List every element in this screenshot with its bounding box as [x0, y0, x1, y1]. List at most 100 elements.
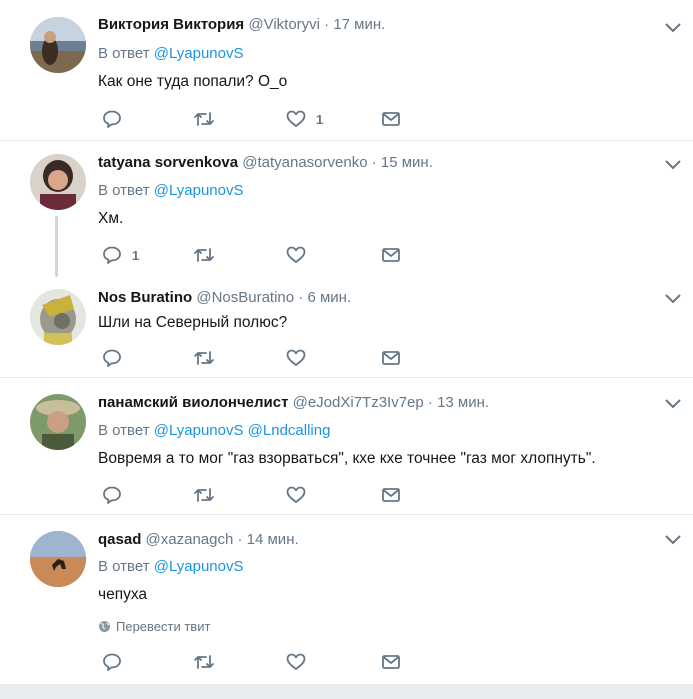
like-button[interactable]: [286, 484, 316, 506]
tweet-text: чепуха: [98, 586, 148, 603]
tweet-actions: [98, 347, 418, 371]
reply-button[interactable]: 1: [102, 244, 139, 266]
tweet-text: Вовремя а то мог "газ взорваться", кхе к…: [98, 450, 596, 467]
author-handle[interactable]: @NosBuratino: [196, 289, 294, 306]
reply-icon: [103, 349, 121, 367]
tweet-text: Хм.: [98, 210, 124, 227]
author-name[interactable]: tatyana sorvenkova: [98, 154, 238, 171]
author-handle[interactable]: @eJodXi7Tz3Iv7ep: [293, 394, 424, 411]
heart-icon: [286, 653, 306, 670]
direct-message-button[interactable]: [381, 651, 401, 673]
tweet[interactable]: панамский виолончелист @eJodXi7Tz3Iv7ep …: [0, 378, 693, 514]
reply-context: В ответ @LyapunovS @Lndcalling: [98, 422, 330, 439]
avatar[interactable]: [30, 154, 86, 210]
tweet-actions: 1: [98, 108, 418, 132]
reply-count: 1: [132, 247, 140, 263]
tweet[interactable]: Виктория Виктория @Viktoryvi · 17 мин. В…: [0, 0, 693, 140]
reply-icon: [103, 486, 121, 504]
tweet-actions: [98, 484, 418, 508]
tweet-time[interactable]: · 13 мин.: [428, 394, 489, 411]
tweet-actions: [98, 651, 418, 675]
reply-mention-link[interactable]: @LyapunovS: [154, 422, 244, 439]
tweet-actions: 1: [98, 244, 418, 268]
reply-context: В ответ @LyapunovS: [98, 558, 243, 575]
chevron-down-icon[interactable]: [665, 535, 681, 545]
reply-icon: [103, 110, 121, 128]
retweet-button[interactable]: [192, 484, 226, 506]
tweet-time[interactable]: · 15 мин.: [372, 154, 433, 171]
tweet-header: Nos Buratino @NosBuratino · 6 мин.: [98, 289, 351, 306]
avatar[interactable]: [30, 17, 86, 73]
heart-icon: [286, 349, 306, 366]
reply-button[interactable]: [102, 347, 132, 369]
envelope-icon: [382, 248, 400, 262]
reply-prefix: В ответ: [98, 422, 150, 439]
retweet-button[interactable]: [192, 108, 226, 130]
envelope-icon: [382, 655, 400, 669]
tweet[interactable]: Nos Buratino @NosBuratino · 6 мин. Шли н…: [0, 279, 693, 377]
retweet-button[interactable]: [192, 651, 226, 673]
direct-message-button[interactable]: [381, 484, 401, 506]
reply-button[interactable]: [102, 484, 132, 506]
author-name[interactable]: Виктория Виктория: [98, 16, 244, 33]
translate-tweet-link[interactable]: Перевести твит: [98, 619, 210, 634]
author-name[interactable]: qasad: [98, 531, 141, 548]
like-button[interactable]: [286, 244, 316, 266]
reply-button[interactable]: [102, 108, 132, 130]
reply-prefix: В ответ: [98, 182, 150, 199]
envelope-icon: [382, 488, 400, 502]
reply-prefix: В ответ: [98, 45, 150, 62]
tweet-header: панамский виолончелист @eJodXi7Tz3Iv7ep …: [98, 394, 489, 411]
replies-feed: Виктория Виктория @Viktoryvi · 17 мин. В…: [0, 0, 693, 699]
reply-mention-link[interactable]: @LyapunovS: [154, 182, 244, 199]
tweet-time[interactable]: · 6 мин.: [298, 289, 351, 306]
author-handle[interactable]: @xazanagch: [146, 531, 234, 548]
chevron-down-icon[interactable]: [665, 160, 681, 170]
reply-prefix: В ответ: [98, 558, 150, 575]
author-handle[interactable]: @Viktoryvi: [248, 16, 320, 33]
tweet-time[interactable]: · 14 мин.: [237, 531, 298, 548]
reply-icon: [103, 653, 121, 671]
author-handle[interactable]: @tatyanasorvenko: [242, 154, 367, 171]
like-button[interactable]: [286, 651, 316, 673]
tweet-text: Шли на Северный полюс?: [98, 314, 288, 331]
thread-line: [55, 216, 58, 277]
reply-mention-link[interactable]: @LyapunovS: [154, 558, 244, 575]
retweet-icon: [194, 655, 214, 669]
author-name[interactable]: Nos Buratino: [98, 289, 192, 306]
reply-button[interactable]: [102, 651, 132, 673]
direct-message-button[interactable]: [381, 244, 401, 266]
retweet-icon: [194, 112, 214, 126]
reply-context: В ответ @LyapunovS: [98, 182, 243, 199]
avatar[interactable]: [30, 531, 86, 587]
reply-mention-link[interactable]: @Lndcalling: [248, 422, 331, 439]
avatar[interactable]: [30, 289, 86, 345]
retweet-icon: [194, 488, 214, 502]
like-button[interactable]: 1: [286, 108, 323, 130]
direct-message-button[interactable]: [381, 347, 401, 369]
envelope-icon: [382, 351, 400, 365]
chevron-down-icon[interactable]: [665, 399, 681, 409]
envelope-icon: [382, 112, 400, 126]
translate-label: Перевести твит: [116, 619, 211, 634]
like-button[interactable]: [286, 347, 316, 369]
author-name[interactable]: панамский виолончелист: [98, 394, 288, 411]
tweet-header: tatyana sorvenkova @tatyanasorvenko · 15…: [98, 154, 433, 171]
avatar[interactable]: [30, 394, 86, 450]
retweet-button[interactable]: [192, 244, 226, 266]
tweet[interactable]: tatyana sorvenkova @tatyanasorvenko · 15…: [0, 141, 693, 279]
chevron-down-icon[interactable]: [665, 23, 681, 33]
heart-icon: [286, 110, 306, 127]
retweet-button[interactable]: [192, 347, 226, 369]
retweet-icon: [194, 351, 214, 365]
tweet-header: qasad @xazanagch · 14 мин.: [98, 531, 299, 548]
tweet[interactable]: qasad @xazanagch · 14 мин. В ответ @Lyap…: [0, 515, 693, 683]
reply-icon: [103, 246, 121, 264]
bottom-separator: [0, 684, 693, 699]
tweet-time[interactable]: · 17 мин.: [324, 16, 385, 33]
direct-message-button[interactable]: [381, 108, 401, 130]
like-count: 1: [316, 111, 324, 127]
chevron-down-icon[interactable]: [665, 294, 681, 304]
tweet-text: Как оне туда попали? О_о: [98, 73, 288, 90]
reply-mention-link[interactable]: @LyapunovS: [154, 45, 244, 62]
